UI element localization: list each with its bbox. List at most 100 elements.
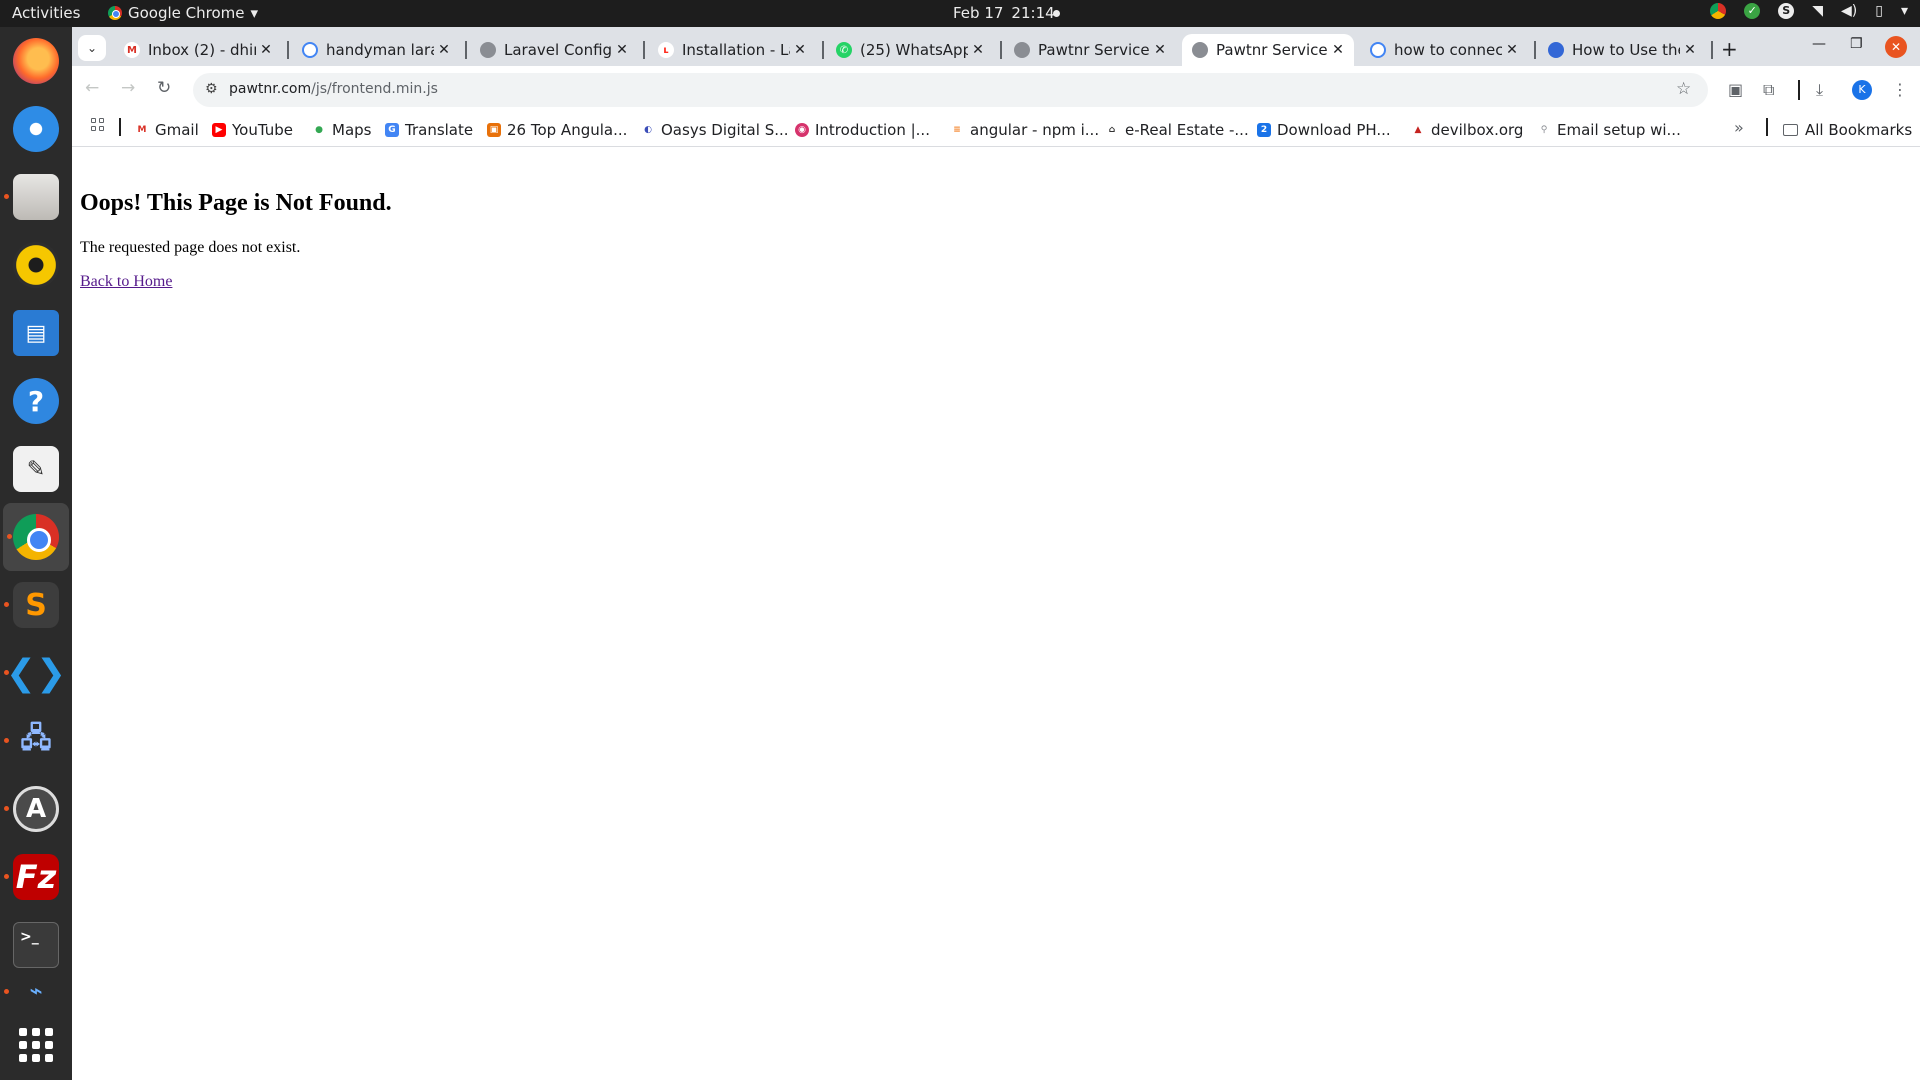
tab-pawtnr-active[interactable]: Pawtnr Service ✕ [1182,34,1354,66]
bookmark-introduction[interactable]: ◉ Introduction |... [795,118,930,142]
dock-screenshot[interactable]: ⌁ [0,979,72,1003]
dock-terminal[interactable]: >_ [0,911,72,979]
tab-handyman[interactable]: handyman larav ✕ [292,34,460,66]
tab-pawtnr-1[interactable]: Pawtnr Service ✕ [1004,34,1176,66]
globe-icon [1014,42,1030,58]
stackoverflow-icon: ≡ [953,125,961,135]
files-icon [13,174,59,220]
google-icon [1370,42,1386,58]
activities-button[interactable]: Activities [12,4,80,22]
close-icon[interactable]: ✕ [968,42,988,58]
forward-button[interactable]: → [121,78,135,98]
tab-title: Laravel Configu [504,41,612,59]
running-indicator [4,738,9,743]
reload-button[interactable]: ↻ [157,78,171,98]
close-icon[interactable]: ✕ [256,42,276,58]
bookmark-maps[interactable]: ● Maps [312,118,371,142]
bookmark-angular-npm[interactable]: ≡ angular - npm i... [950,118,1099,142]
bookmark-download-php[interactable]: 2 Download PH... [1257,118,1391,142]
bookmark-label: YouTube [232,121,293,139]
tab-laravel-config[interactable]: Laravel Configu ✕ [470,34,638,66]
tab-how-to-connect[interactable]: how to connect ✕ [1360,34,1528,66]
bookmark-separator [1766,118,1768,136]
bookmark-angular-top[interactable]: ▣ 26 Top Angula... [487,118,627,142]
dock-filezilla[interactable]: Fz [0,843,72,911]
close-icon[interactable]: ✕ [1502,42,1522,58]
dock-writer[interactable]: ▤ [0,299,72,367]
dock-thunderbird[interactable] [0,95,72,163]
bookmark-star-icon[interactable]: ☆ [1676,79,1691,99]
terminal-icon: >_ [13,922,59,968]
extensions-puzzle-icon[interactable]: ⧉ [1763,80,1774,100]
tab-inbox[interactable]: M Inbox (2) - dhine ✕ [114,34,282,66]
bookmark-youtube[interactable]: ▶ YouTube [212,118,293,142]
clock-time: 21:14 [1011,4,1055,22]
bookmark-label: Translate [405,121,474,139]
tab-search-button[interactable]: ⌄ [78,35,106,61]
vscode-icon: ❮❯ [5,652,67,694]
bookmark-email-setup[interactable]: ⚲ Email setup wi... [1537,118,1681,142]
caret-down-icon: ▾ [250,4,259,22]
system-menu-caret-icon[interactable]: ▾ [1901,3,1908,19]
extension-icon[interactable]: ▣ [1728,80,1743,99]
gimp-icon: ✎ [13,446,59,492]
tab-installation[interactable]: ʟ Installation - La ✕ [648,34,816,66]
bookmark-translate[interactable]: G Translate [385,118,473,142]
sublime-text-icon: S [13,582,59,628]
back-to-home-link[interactable]: Back to Home [80,273,172,291]
chevron-down-icon: ⌄ [86,41,98,55]
bookmarks-overflow-icon[interactable]: » [1734,118,1744,137]
close-icon[interactable]: ✕ [1328,42,1348,58]
close-window-button[interactable]: ✕ [1885,36,1907,58]
all-bookmarks-button[interactable]: All Bookmarks [1783,118,1912,142]
tab-whatsapp[interactable]: ✆ (25) WhatsApp ✕ [826,34,994,66]
more-menu-icon[interactable]: ⋮ [1892,80,1908,99]
profile-avatar[interactable]: K [1852,80,1872,100]
bookmark-oasys[interactable]: ◐ Oasys Digital S... [641,118,788,142]
download-icon[interactable]: ⤓ [1816,80,1823,100]
dock-firefox[interactable] [0,27,72,95]
close-icon[interactable]: ✕ [612,42,632,58]
dock-remote-desktop[interactable]: 🖧 [0,707,72,775]
close-icon[interactable]: ✕ [434,42,454,58]
skype-tray-icon[interactable]: S [1778,3,1795,19]
bookmark-ereal-estate[interactable]: ⌂ e-Real Estate -... [1105,118,1249,142]
apps-icon[interactable] [91,118,104,131]
globe-icon [1192,42,1208,58]
gmail-icon: M [137,125,147,135]
tab-title: Pawtnr Service [1038,41,1150,59]
chrome-tray-icon[interactable] [1710,3,1727,19]
close-icon[interactable]: ✕ [790,42,810,58]
site-info-icon[interactable]: ⚙ [205,81,218,97]
close-icon[interactable]: ✕ [1680,42,1700,58]
new-tab-button[interactable]: + [1721,37,1738,61]
check-tray-icon[interactable]: ✓ [1744,3,1761,19]
running-indicator [7,534,12,539]
clock[interactable]: Feb 17 21:14 [953,4,1055,22]
wifi-icon: ◥ [1812,3,1824,19]
restore-button[interactable]: ❐ [1850,36,1863,52]
dock-vscode[interactable]: ❮❯ [0,639,72,707]
back-button[interactable]: ← [85,78,99,98]
show-apps-button[interactable] [0,1011,72,1079]
oasys-icon: ◐ [644,125,652,135]
page-viewport: Oops! This Page is Not Found. The reques… [72,148,1920,1080]
bookmark-devilbox[interactable]: ▲ devilbox.org [1411,118,1524,142]
dock-rhythmbox[interactable] [0,231,72,299]
bookmark-gmail[interactable]: M Gmail [135,118,199,142]
dock-files[interactable] [0,163,72,231]
minimize-button[interactable]: — [1812,36,1826,52]
dock-help[interactable]: ? [0,367,72,435]
close-icon[interactable]: ✕ [1150,42,1170,58]
dock-chrome[interactable] [3,503,69,571]
tab-how-to-use[interactable]: How to Use the ✕ [1538,34,1706,66]
dock-sublime[interactable]: S [0,571,72,639]
app-menu[interactable]: Google Chrome ▾ [108,4,258,22]
address-bar-url[interactable]: pawtnr.com/js/frontend.min.js [229,81,438,97]
running-indicator [4,670,9,675]
toolbar-separator [1798,80,1800,100]
tab-separator [465,41,467,59]
dock-gimp[interactable]: ✎ [0,435,72,503]
dock-software[interactable]: A [0,775,72,843]
system-tray[interactable]: ✓ S ◥ ◀) ▯ ▾ [1710,3,1920,19]
